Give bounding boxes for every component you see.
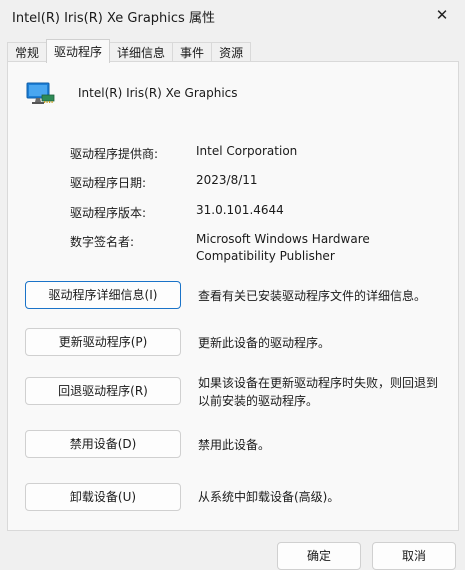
- update-driver-button[interactable]: 更新驱动程序(P): [25, 328, 181, 356]
- close-button[interactable]: ✕: [419, 0, 465, 30]
- close-icon: ✕: [435, 6, 449, 24]
- tab-driver[interactable]: 驱动程序: [46, 39, 111, 63]
- uninstall-device-button[interactable]: 卸载设备(U): [25, 483, 181, 511]
- ok-button[interactable]: 确定: [277, 542, 361, 570]
- update-driver-description: 更新此设备的驱动程序。: [198, 336, 331, 350]
- provider-value: Intel Corporation: [196, 144, 298, 158]
- disable-device-description: 禁用此设备。: [198, 438, 271, 452]
- driver-details-description: 查看有关已安装驱动程序文件的详细信息。: [198, 289, 427, 303]
- provider-label: 驱动程序提供商:: [70, 147, 159, 161]
- disable-device-button[interactable]: 禁用设备(D): [25, 430, 181, 458]
- uninstall-device-description: 从系统中卸载设备(高级)。: [198, 490, 340, 504]
- version-value: 31.0.101.4644: [196, 203, 284, 217]
- tab-resources[interactable]: 资源: [211, 42, 252, 63]
- signer-value-line1: Microsoft Windows Hardware: [196, 232, 370, 246]
- signer-value-line2: Compatibility Publisher: [196, 249, 335, 263]
- tab-strip: 常规 驱动程序 详细信息 事件 资源: [7, 39, 252, 63]
- tab-general[interactable]: 常规: [7, 42, 48, 63]
- driver-details-button[interactable]: 驱动程序详细信息(I): [25, 281, 181, 309]
- rollback-driver-button[interactable]: 回退驱动程序(R): [25, 377, 181, 405]
- window-title: Intel(R) Iris(R) Xe Graphics 属性: [12, 11, 215, 26]
- rollback-description-line2: 以前安装的驱动程序。: [198, 394, 319, 408]
- tab-details[interactable]: 详细信息: [109, 42, 174, 63]
- tab-events[interactable]: 事件: [172, 42, 213, 63]
- date-label: 驱动程序日期:: [70, 176, 147, 190]
- date-value: 2023/8/11: [196, 173, 258, 187]
- version-label: 驱动程序版本:: [70, 206, 147, 220]
- cancel-button[interactable]: 取消: [372, 542, 456, 570]
- display-adapter-icon: [26, 82, 55, 104]
- rollback-description-line1: 如果该设备在更新驱动程序时失败，则回退到: [198, 376, 439, 390]
- signer-label: 数字签名者:: [70, 235, 135, 249]
- device-name: Intel(R) Iris(R) Xe Graphics: [78, 86, 238, 100]
- title-bar: Intel(R) Iris(R) Xe Graphics 属性 ✕: [0, 0, 465, 30]
